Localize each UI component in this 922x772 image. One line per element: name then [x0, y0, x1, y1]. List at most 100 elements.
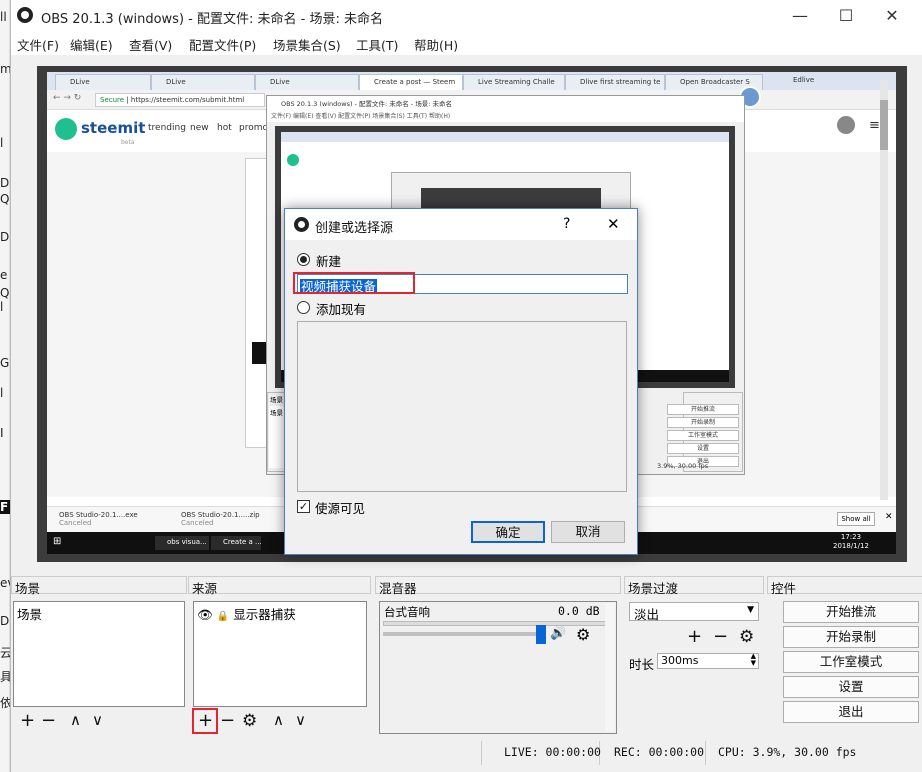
menu-help[interactable]: 帮助(H) — [414, 35, 458, 54]
bg-char: Q — [0, 286, 10, 300]
dialog-title-bar: 创建或选择源 ? ✕ — [285, 209, 637, 240]
eye-icon[interactable]: 👁 — [197, 607, 213, 622]
menu-profile[interactable]: 配置文件(P) — [189, 35, 256, 54]
menu-tools[interactable]: 工具(T) — [356, 35, 398, 54]
clock-time: 17:23 — [840, 533, 862, 541]
nav-hot: hot — [217, 123, 232, 133]
cancel-button[interactable]: 取消 — [551, 521, 625, 543]
help-button[interactable]: ? — [563, 216, 570, 232]
download-status: Canceled — [181, 519, 214, 527]
bg-char: G — [0, 356, 10, 370]
title-bar: OBS 20.1.3 (windows) - 配置文件: 未命名 - 场景: 未… — [11, 0, 922, 31]
duration-value: 300ms — [661, 654, 699, 667]
transition-gear-icon[interactable]: ⚙ — [739, 628, 754, 646]
duration-spinbox[interactable]: 300ms ▲ ▼ — [657, 653, 759, 669]
start-recording-button[interactable]: 开始录制 — [783, 626, 919, 648]
source-gear-icon[interactable]: ⚙ — [242, 712, 257, 730]
browser-tab-bar: DLive DLive DLive Create a post — Steem … — [47, 72, 896, 90]
cpu-status: CPU: 3.9%, 30.00 fps — [718, 745, 857, 759]
minimize-button[interactable]: — — [777, 0, 823, 31]
scenes-header: 场景 — [11, 576, 187, 596]
scenes-list[interactable]: 场景 — [13, 601, 185, 707]
download-name: OBS Studio-20.1.....zip — [181, 511, 260, 519]
nested-studio-mode: 工作室模式 — [667, 430, 739, 441]
add-scene-plus-icon[interactable]: + — [20, 712, 35, 730]
download-name: OBS Studio-20.1....exe — [59, 511, 138, 519]
secure-label: Secure — [100, 96, 125, 104]
clock-date: 2018/1/12 — [833, 542, 869, 550]
background-window-edge: ll m l D Q D e l Q G F I l ev D 云 具 依 — [0, 0, 10, 772]
browser-tab: Dlive first streaming te — [565, 74, 665, 90]
menu-scene-collection[interactable]: 场景集合(S) — [273, 35, 341, 54]
remove-source-minus-icon[interactable]: − — [220, 712, 235, 730]
menu-view[interactable]: 查看(V) — [129, 35, 172, 54]
settings-button[interactable]: 设置 — [783, 676, 919, 698]
ok-button[interactable]: 确定 — [471, 521, 545, 543]
existing-sources-list[interactable] — [297, 321, 627, 492]
taskbar-clock: 17:23 2018/1/12 — [833, 533, 869, 550]
mixer-header: 混音器 — [375, 576, 621, 596]
bg-char: l — [0, 300, 4, 314]
menu-file[interactable]: 文件(F) — [17, 35, 59, 54]
bg-char: 依 — [0, 696, 10, 710]
start-streaming-button[interactable]: 开始推流 — [783, 601, 919, 623]
source-item[interactable]: 👁 🔒 显示器捕获 — [194, 602, 366, 625]
hamburger-icon: ≡ — [869, 118, 880, 133]
scene-item[interactable]: 场景 — [14, 602, 184, 625]
remove-scene-minus-icon[interactable]: − — [41, 712, 56, 730]
speaker-icon[interactable]: 🔊 — [550, 626, 566, 641]
bg-char: Q — [0, 192, 10, 206]
url-field: Secure | https://steemit.com/submit.html — [95, 93, 265, 107]
scene-down-icon[interactable]: ∨ — [92, 711, 103, 729]
rec-status: REC: 00:00:00 — [614, 745, 705, 759]
studio-mode-button[interactable]: 工作室模式 — [783, 651, 919, 673]
mixer-scrollbar[interactable] — [605, 603, 615, 731]
steemit-logo-text: steemit — [81, 119, 146, 137]
browser-tab: DLive — [55, 74, 151, 90]
nav-new: new — [190, 123, 209, 133]
steemit-avatar — [837, 116, 855, 134]
highlight-add-source — [192, 708, 218, 734]
chevron-down-icon: ▼ — [747, 605, 754, 615]
new-radio[interactable] — [297, 253, 310, 266]
bg-char: D — [0, 176, 10, 190]
close-button[interactable]: ✕ — [869, 0, 915, 31]
bg-char: I — [0, 426, 4, 440]
menu-edit[interactable]: 编辑(E) — [70, 35, 113, 54]
visible-checkbox[interactable]: ✓ — [297, 500, 310, 513]
source-down-icon[interactable]: ∨ — [295, 711, 306, 729]
menu-bar: 文件(F) 编辑(E) 查看(V) 配置文件(P) 场景集合(S) 工具(T) … — [11, 31, 922, 55]
dialog-close-button[interactable]: ✕ — [607, 215, 620, 233]
download-close-icon: ✕ — [885, 512, 893, 522]
nested-status: 3.9%, 30.00 fps — [657, 462, 709, 470]
bg-char: 云 — [0, 646, 10, 660]
exit-button[interactable]: 退出 — [783, 701, 919, 723]
show-all-button: Show all — [837, 512, 875, 526]
bg-char: m — [0, 62, 10, 76]
nested-start-stream: 开始推流 — [667, 404, 739, 415]
add-transition-plus-icon[interactable]: + — [687, 628, 702, 646]
capture-scrollbar — [880, 80, 888, 500]
bg-char: e — [0, 268, 8, 282]
maximize-button[interactable]: ☐ — [823, 0, 869, 31]
browser-tab: DLive — [255, 74, 359, 90]
mixer-gear-icon[interactable]: ⚙ — [576, 625, 590, 644]
browser-tab: Create a post — Steem — [359, 74, 463, 90]
mixer-db: 0.0 dB — [558, 604, 600, 618]
volume-slider[interactable] — [536, 625, 546, 644]
scene-up-icon[interactable]: ∧ — [70, 711, 81, 729]
source-up-icon[interactable]: ∧ — [273, 711, 284, 729]
spin-arrows-icon[interactable]: ▲ ▼ — [751, 653, 756, 667]
taskbar-obs: obs visua... — [155, 536, 209, 550]
add-existing-radio[interactable] — [297, 301, 310, 314]
browser-tab: Live Streaming Challe — [463, 74, 565, 90]
transitions-header: 场景过渡 — [624, 576, 764, 596]
add-existing-label: 添加现有 — [316, 302, 367, 317]
sources-list[interactable]: 👁 🔒 显示器捕获 — [193, 601, 367, 707]
download-item-1: OBS Studio-20.1....exe Canceled — [59, 511, 138, 527]
visible-label: 使源可见 — [315, 501, 366, 516]
duration-label: 时长 — [629, 657, 655, 672]
remove-transition-minus-icon[interactable]: − — [713, 628, 728, 646]
lock-icon[interactable]: 🔒 — [217, 611, 229, 622]
transition-select[interactable]: 淡出 ▼ — [629, 602, 759, 622]
